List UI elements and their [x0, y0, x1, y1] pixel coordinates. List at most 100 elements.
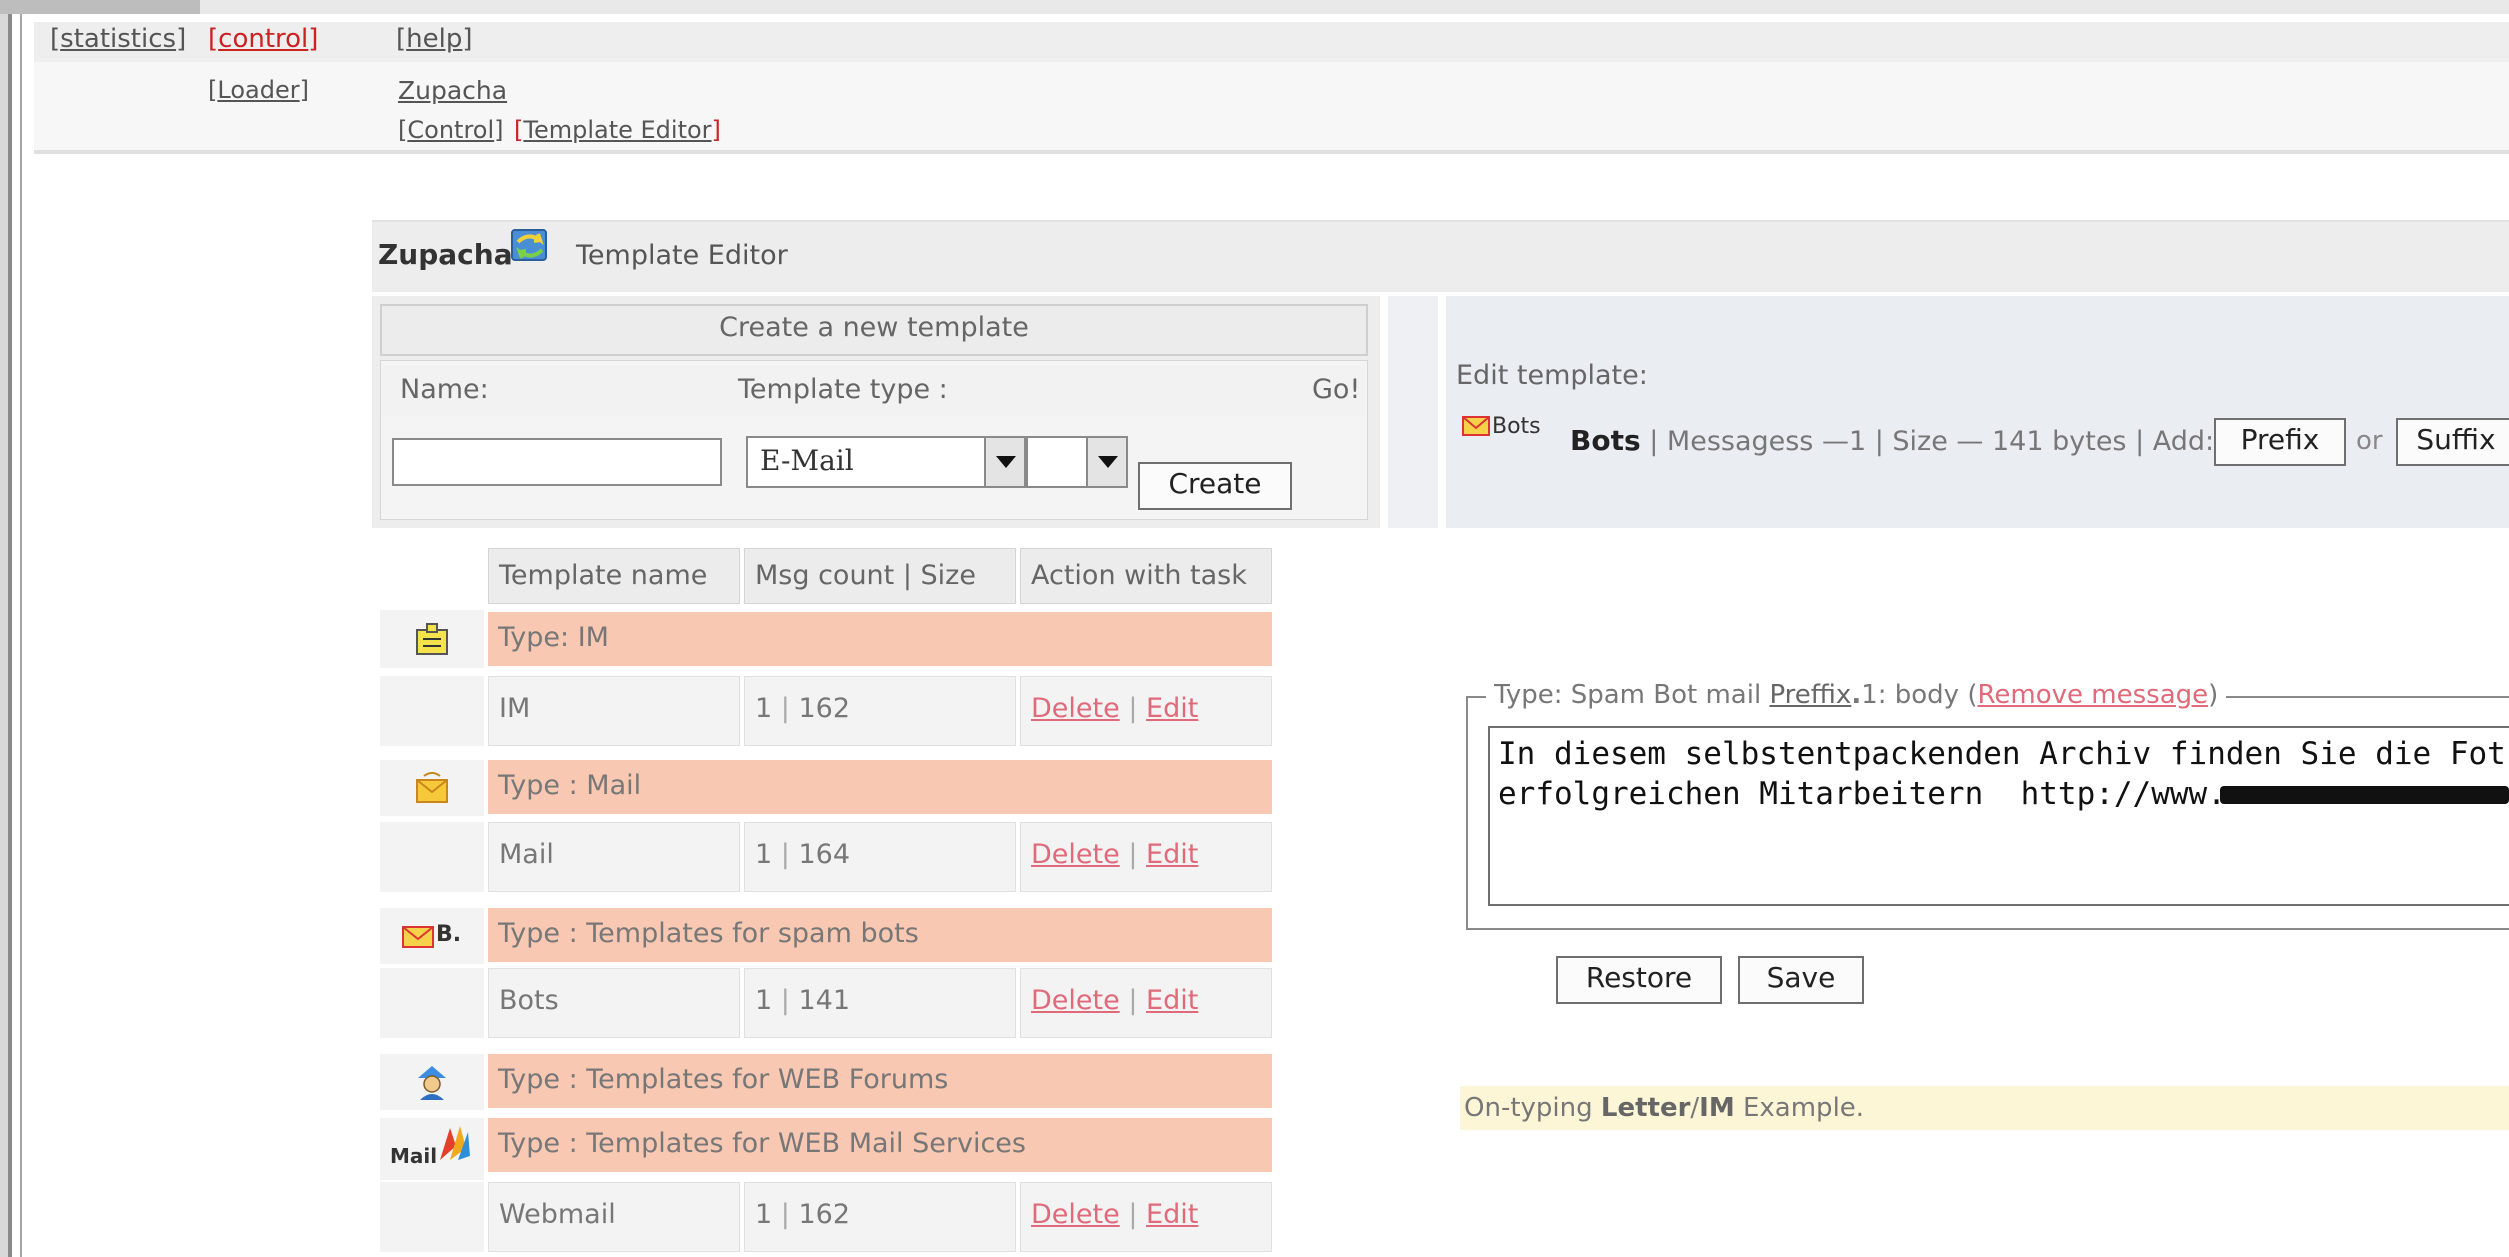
- edit-link[interactable]: Edit: [1146, 1199, 1198, 1230]
- on-typing-hint: On-typing Letter/IM Example.: [1460, 1086, 2509, 1130]
- col-header-action: Action with task: [1020, 548, 1272, 604]
- prefix-link[interactable]: Preffix: [1769, 680, 1851, 710]
- create-template-title: Create a new template: [719, 312, 1029, 343]
- remove-message-link[interactable]: Remove message: [1978, 680, 2209, 710]
- nav-divider: [34, 150, 2509, 154]
- message-line-2: erfolgreichen Mitarbeitern http://www.: [1498, 776, 2226, 812]
- spam-bot-mail-icon: [402, 926, 434, 948]
- left-frame: [0, 14, 8, 1257]
- message-line-1: In diesem selbstentpackenden Archiv find…: [1498, 736, 2506, 772]
- type-row-web-forums: Type : Templates for WEB Forums: [488, 1054, 1272, 1108]
- add-suffix-button[interactable]: Suffix: [2396, 418, 2509, 466]
- window-top-strip: [0, 0, 2509, 14]
- nav-loader-link[interactable]: [Loader]: [208, 76, 309, 104]
- msg-count-size-cell: 1 | 141: [744, 968, 1016, 1038]
- on-typing-letter: Letter: [1600, 1093, 1691, 1123]
- nav-help-link[interactable]: [help]: [396, 24, 473, 54]
- webmail-icon-label: Mail: [390, 1144, 438, 1168]
- add-prefix-button[interactable]: Prefix: [2214, 418, 2346, 466]
- left-frame-divider: [8, 14, 12, 1257]
- mail-envelope-icon: [414, 772, 450, 804]
- col-header-template-name: Template name: [488, 548, 740, 604]
- type-icon-cell: [380, 610, 484, 668]
- edit-template-name: Bots: [1570, 424, 1641, 457]
- type-row-web-mail: Type : Templates for WEB Mail Services: [488, 1118, 1272, 1172]
- message-part-text: 1: body: [1861, 680, 1960, 710]
- row-icon-spacer: [380, 1182, 484, 1252]
- msg-count: 1: [755, 1199, 773, 1230]
- msg-count-size-cell: 1 | 162: [744, 1182, 1016, 1252]
- msg-count: 1: [755, 693, 773, 724]
- msg-count-size-cell: 1 | 162: [744, 676, 1016, 746]
- edit-template-info: Bots | Messagess —1 | Size — 141 bytes |…: [1570, 424, 2215, 457]
- template-size: 164: [798, 839, 851, 870]
- on-typing-im: IM: [1699, 1093, 1735, 1123]
- edit-link[interactable]: Edit: [1146, 839, 1198, 870]
- or-text: or: [2356, 426, 2383, 456]
- template-name-cell: Webmail: [488, 1182, 740, 1252]
- app-name: Zupacha: [378, 238, 513, 271]
- delete-link[interactable]: Delete: [1031, 693, 1120, 724]
- delete-link[interactable]: Delete: [1031, 985, 1120, 1016]
- on-typing-suffix: Example.: [1742, 1093, 1865, 1123]
- msg-count-size-cell: 1 | 164: [744, 822, 1016, 892]
- edit-template-mini-label: Bots: [1492, 414, 1541, 439]
- delete-link[interactable]: Delete: [1031, 839, 1120, 870]
- spam-bot-icon-label: B.: [436, 922, 462, 947]
- template-name-cell: Mail: [488, 822, 740, 892]
- webmail-logo-icon: [436, 1122, 472, 1162]
- page-title: Template Editor: [576, 240, 788, 271]
- template-type-selected-value: E-Mail: [760, 444, 854, 477]
- template-name-input[interactable]: [392, 438, 722, 486]
- refresh-arrows-icon: [508, 224, 554, 270]
- row-icon-spacer: [380, 968, 484, 1038]
- nav-statistics-link[interactable]: [statistics]: [50, 24, 186, 54]
- delete-link[interactable]: Delete: [1031, 1199, 1120, 1230]
- go-label: Go!: [1312, 374, 1361, 405]
- action-cell: Delete | Edit: [1020, 822, 1272, 892]
- save-button[interactable]: Save: [1738, 956, 1864, 1004]
- template-size: 162: [798, 693, 851, 724]
- edit-link[interactable]: Edit: [1146, 985, 1198, 1016]
- forum-user-icon: [412, 1062, 452, 1102]
- row-icon-spacer: [380, 822, 484, 892]
- message-legend: Type: Spam Bot mail Preffix.1: body (Rem…: [1486, 680, 2227, 710]
- type-icon-cell: B.: [380, 908, 484, 964]
- edit-template-messages: Messagess —1: [1666, 426, 1867, 457]
- edit-link[interactable]: Edit: [1146, 693, 1198, 724]
- row-icon-spacer: [380, 676, 484, 746]
- template-size: 162: [798, 1199, 851, 1230]
- action-cell: Delete | Edit: [1020, 1182, 1272, 1252]
- restore-button[interactable]: Restore: [1556, 956, 1722, 1004]
- redaction-mark: [2220, 786, 2509, 804]
- type-row-spam-bots: Type : Templates for spam bots: [488, 908, 1272, 962]
- message-type-text: Type: Spam Bot mail: [1494, 680, 1762, 710]
- template-type-label: Template type :: [738, 374, 948, 405]
- im-contact-icon: [414, 622, 450, 656]
- window-top-tab: [0, 0, 200, 14]
- message-body-textarea[interactable]: In diesem selbstentpackenden Archiv find…: [1488, 726, 2509, 906]
- action-cell: Delete | Edit: [1020, 968, 1272, 1038]
- action-cell: Delete | Edit: [1020, 676, 1272, 746]
- nav-template-editor-link[interactable]: [Template Editor]: [514, 116, 721, 144]
- nav-control-link[interactable]: [control]: [208, 24, 318, 54]
- left-frame-divider-2: [20, 14, 22, 1257]
- edit-template-panel: [1446, 296, 2509, 528]
- nav-sub-control-link[interactable]: [Control]: [398, 116, 504, 144]
- msg-count: 1: [755, 839, 773, 870]
- edit-template-size: Size — 141 bytes: [1892, 426, 2127, 457]
- type-icon-cell: [380, 1054, 484, 1110]
- msg-count: 1: [755, 985, 773, 1016]
- type-row-im: Type: IM: [488, 612, 1272, 666]
- on-typing-prefix: On-typing: [1464, 1093, 1593, 1123]
- col-header-msg-count-size: Msg count | Size: [744, 548, 1016, 604]
- name-label: Name:: [400, 374, 489, 405]
- create-button[interactable]: Create: [1138, 462, 1292, 510]
- edit-template-label: Edit template:: [1456, 360, 1648, 391]
- template-name-cell: IM: [488, 676, 740, 746]
- template-subtype-dropdown-button[interactable]: [1086, 438, 1126, 486]
- nav-zupacha-link[interactable]: Zupacha: [398, 76, 507, 105]
- template-type-dropdown-button[interactable]: [984, 438, 1024, 486]
- type-icon-cell: Mail: [380, 1118, 484, 1180]
- type-icon-cell: [380, 760, 484, 816]
